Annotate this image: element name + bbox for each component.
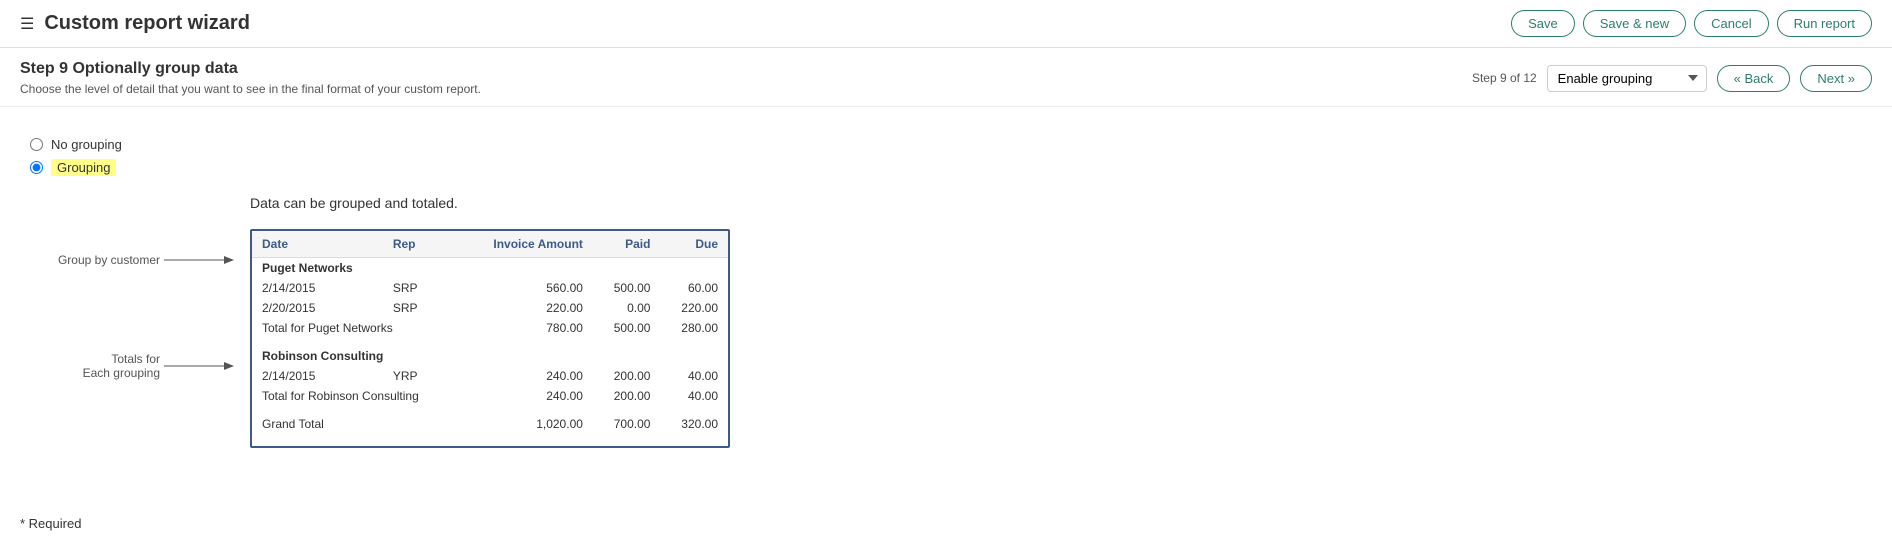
spacer-row-2 [252,406,728,414]
step-subtitle: Choose the level of detail that you want… [20,82,481,96]
grouping-option[interactable]: Grouping [30,160,1862,175]
diagram-area: Group by customer Totals for Each groupi… [30,195,1862,448]
table-container: Data can be grouped and totaled. Date Re… [250,195,730,448]
page-wrapper: ☰ Custom report wizard Save Save & new C… [0,0,1892,551]
amount-cell: 560.00 [462,278,592,298]
table-header-row: Date Rep Invoice Amount Paid Due [252,231,728,258]
header-right: Save Save & new Cancel Run report [1511,10,1872,37]
table-row: 2/14/2015 YRP 240.00 200.00 40.00 [252,366,728,386]
annotation-totals-text: Totals for Each grouping [30,352,160,380]
grand-total-paid: 700.00 [593,414,661,434]
grouping-dropdown[interactable]: Enable grouping No grouping [1547,65,1707,92]
required-note: * Required [20,516,81,531]
col-due: Due [660,231,728,258]
amount-cell: 240.00 [462,366,592,386]
paid-cell: 0.00 [593,298,661,318]
annotation-group-by: Group by customer [30,250,250,270]
col-paid: Paid [593,231,661,258]
total-label-puget: Total for Puget Networks [252,318,462,338]
rep-cell: YRP [383,366,463,386]
table-row: 2/14/2015 SRP 560.00 500.00 60.00 [252,278,728,298]
menu-icon[interactable]: ☰ [20,14,34,34]
no-grouping-radio[interactable] [30,138,43,151]
due-cell: 40.00 [660,366,728,386]
date-cell: 2/20/2015 [252,298,383,318]
total-paid-robinson: 200.00 [593,386,661,406]
date-cell: 2/14/2015 [252,278,383,298]
report-table: Date Rep Invoice Amount Paid Due Puget N… [252,231,728,446]
rep-cell: SRP [383,298,463,318]
annotations-panel: Group by customer Totals for Each groupi… [30,195,250,448]
due-cell: 60.00 [660,278,728,298]
bottom-spacer [252,434,728,446]
date-cell: 2/14/2015 [252,366,383,386]
total-amount-robinson: 240.00 [462,386,592,406]
grouping-label: Grouping [51,160,116,175]
grand-total-amount: 1,020.00 [462,414,592,434]
amount-cell: 220.00 [462,298,592,318]
save-new-button[interactable]: Save & new [1583,10,1686,37]
total-due-robinson: 40.00 [660,386,728,406]
due-cell: 220.00 [660,298,728,318]
step-bar-right: Step 9 of 12 Enable grouping No grouping… [1472,65,1872,92]
annotation-totals: Totals for Each grouping [30,352,250,380]
step-title: Step 9 Optionally group data [20,60,481,78]
step-label: Step 9 of 12 [1472,71,1537,85]
top-header: ☰ Custom report wizard Save Save & new C… [0,0,1892,48]
annotation-group-by-text: Group by customer [30,253,160,267]
cancel-button[interactable]: Cancel [1694,10,1768,37]
total-label-robinson: Total for Robinson Consulting [252,386,462,406]
section-header-puget: Puget Networks [252,258,728,279]
next-button[interactable]: Next » [1800,65,1872,92]
col-date: Date [252,231,383,258]
section-total-puget: Total for Puget Networks 780.00 500.00 2… [252,318,728,338]
report-table-wrapper: Date Rep Invoice Amount Paid Due Puget N… [250,229,730,448]
save-button[interactable]: Save [1511,10,1575,37]
grand-total-label: Grand Total [252,414,462,434]
back-button[interactable]: « Back [1717,65,1791,92]
paid-cell: 500.00 [593,278,661,298]
section-total-robinson: Total for Robinson Consulting 240.00 200… [252,386,728,406]
total-due-puget: 280.00 [660,318,728,338]
rep-cell: SRP [383,278,463,298]
data-caption: Data can be grouped and totaled. [250,195,730,211]
section-name-robinson: Robinson Consulting [252,346,728,366]
header-left: ☰ Custom report wizard [20,12,250,35]
paid-cell: 200.00 [593,366,661,386]
arrow-group-by [164,250,234,270]
total-paid-puget: 500.00 [593,318,661,338]
arrow-totals [164,356,234,376]
total-amount-puget: 780.00 [462,318,592,338]
spacer-row [252,338,728,346]
run-report-button[interactable]: Run report [1777,10,1872,37]
no-grouping-label: No grouping [51,137,122,152]
section-header-robinson: Robinson Consulting [252,346,728,366]
grand-total-row: Grand Total 1,020.00 700.00 320.00 [252,414,728,434]
grand-total-due: 320.00 [660,414,728,434]
step-bar: Step 9 Optionally group data Choose the … [0,48,1892,107]
col-rep: Rep [383,231,463,258]
no-grouping-option[interactable]: No grouping [30,137,1862,152]
main-content: No grouping Grouping Group by customer [0,107,1892,468]
page-title: Custom report wizard [44,12,250,35]
grouping-radio[interactable] [30,161,43,174]
radio-group: No grouping Grouping [30,137,1862,175]
table-row: 2/20/2015 SRP 220.00 0.00 220.00 [252,298,728,318]
step-bar-left: Step 9 Optionally group data Choose the … [20,60,481,96]
footer: * Required [20,516,81,531]
col-invoice-amount: Invoice Amount [462,231,592,258]
section-name-puget: Puget Networks [252,258,728,279]
